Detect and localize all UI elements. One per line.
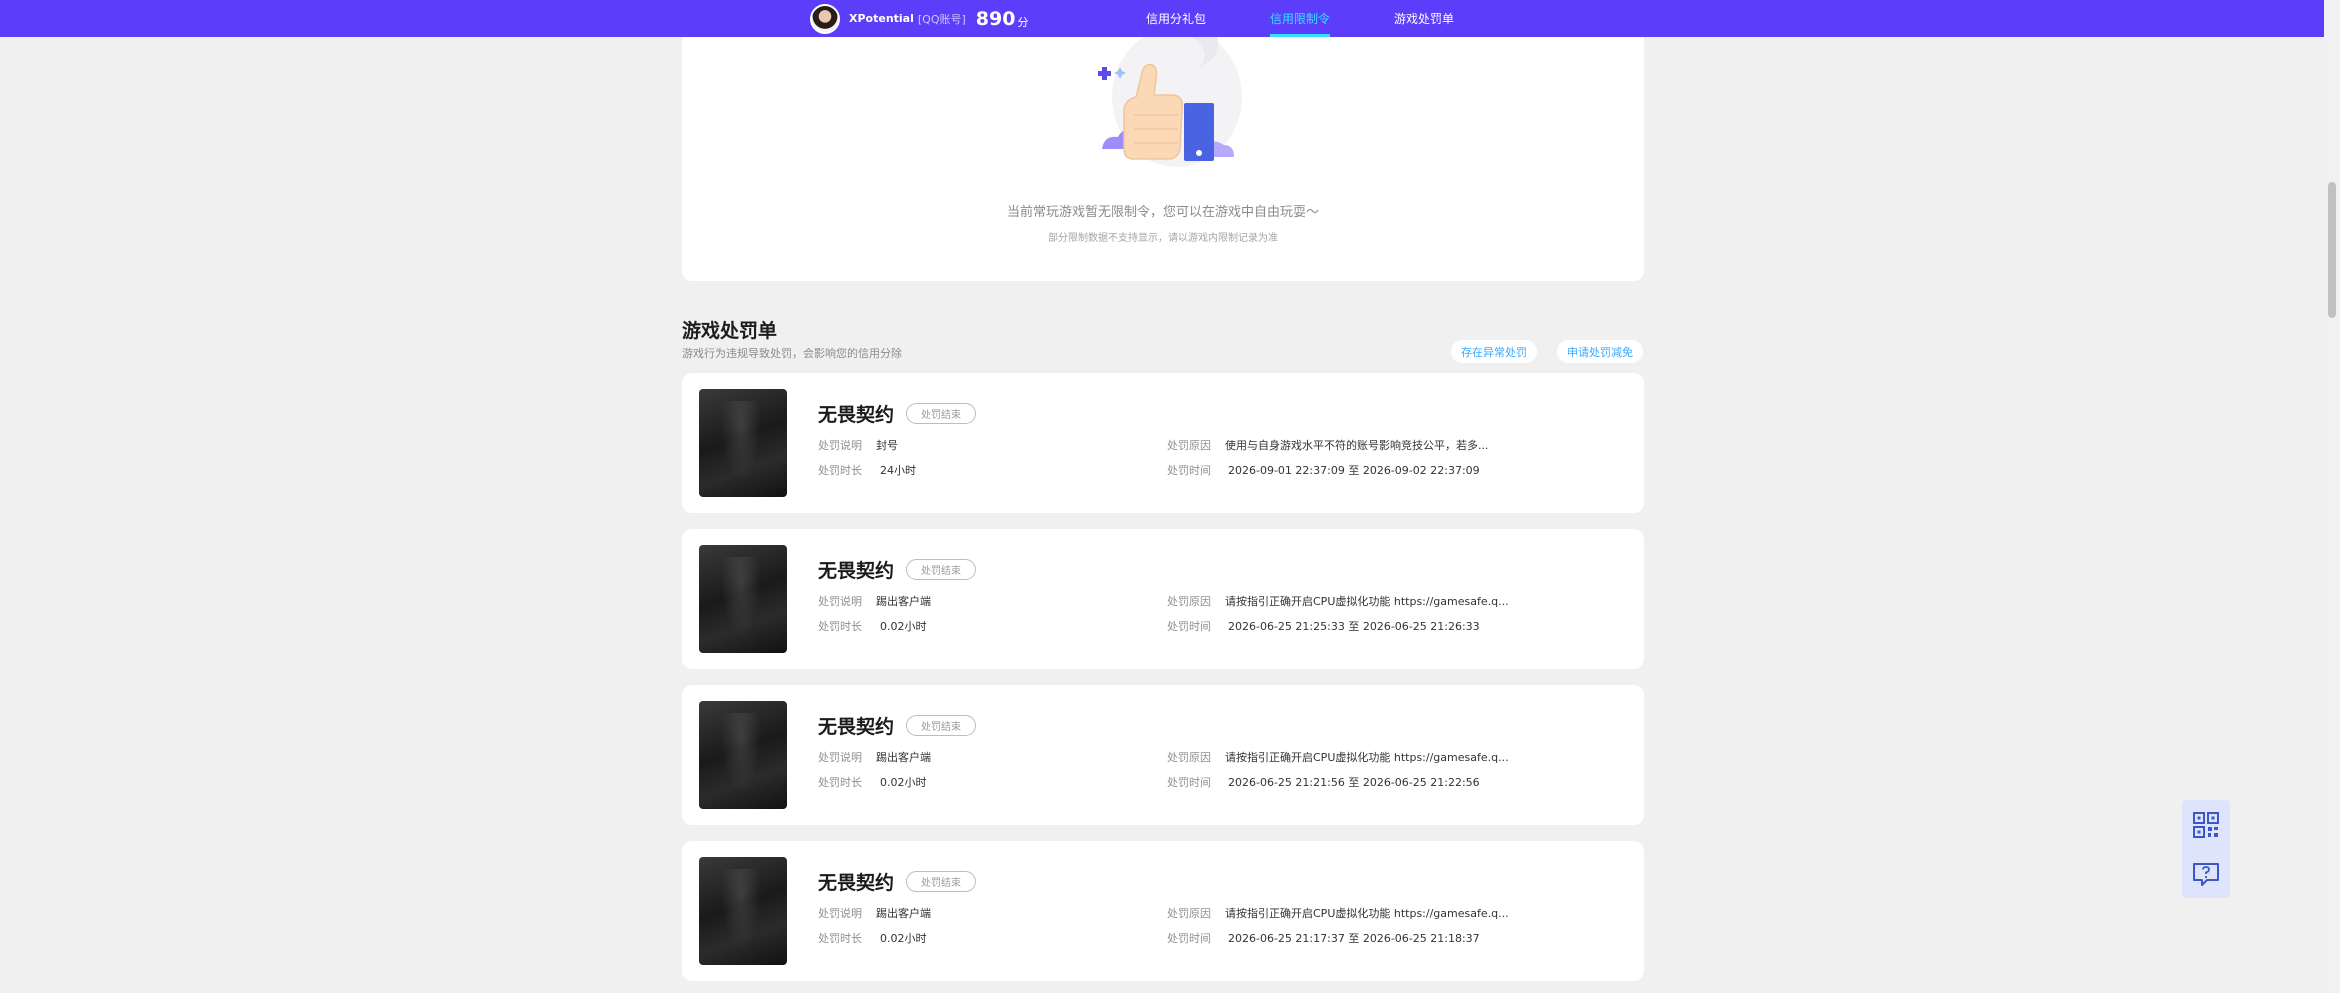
duration-label: 处罚时长 [818, 620, 862, 633]
desc-value: 踢出客户端 [876, 751, 931, 764]
game-name: 无畏契约 [818, 872, 895, 894]
scrollbar-thumb[interactable] [2328, 182, 2336, 318]
duration-label: 处罚时长 [818, 776, 862, 789]
avatar[interactable] [810, 3, 840, 34]
desc-value: 封号 [876, 439, 898, 452]
username: XPotential [849, 12, 914, 25]
desc-value: 踢出客户端 [876, 595, 931, 608]
game-thumbnail [699, 545, 787, 653]
empty-message: 当前常玩游戏暂无限制令，您可以在游戏中自由玩耍～ [1006, 205, 1319, 220]
time-value: 2026-06-25 21:21:56 至 2026-06-25 21:22:5… [1228, 776, 1480, 789]
desc-label: 处罚说明 [818, 595, 862, 608]
time-label: 处罚时间 [1167, 776, 1211, 789]
credit-score: 890 [975, 7, 1016, 30]
feedback-icon [2193, 862, 2219, 886]
penalty-record[interactable]: 无畏契约 处罚结束 处罚说明 封号 处罚时长 24小时 处罚原因 使用与自身游戏… [682, 373, 1644, 513]
qrcode-icon [2193, 811, 2219, 838]
tab-credit-gift[interactable]: 信用分礼包 [1146, 0, 1206, 37]
account-type: [QQ账号] [917, 12, 966, 26]
penalty-record[interactable]: 无畏契约 处罚结束 处罚说明 踢出客户端 处罚时长 0.02小时 处罚原因 请按… [682, 529, 1644, 669]
time-label: 处罚时间 [1167, 464, 1211, 477]
user-info: XPotential [QQ账号] 890 分 [810, 3, 1028, 34]
time-label: 处罚时间 [1167, 620, 1211, 633]
appeal-reduction-button[interactable]: 申请处罚减免 [1557, 340, 1643, 363]
penalty-record[interactable]: 无畏契约 处罚结束 处罚说明 踢出客户端 处罚时长 0.02小时 处罚原因 请按… [682, 841, 1644, 981]
floating-toolbar [2182, 800, 2230, 898]
game-thumbnail [699, 857, 787, 965]
reason-value: 请按指引正确开启CPU虚拟化功能 https://gamesafe.q... [1225, 595, 1509, 608]
reason-value: 请按指引正确开启CPU虚拟化功能 https://gamesafe.q... [1225, 907, 1509, 920]
game-name: 无畏契约 [818, 716, 895, 738]
duration-value: 0.02小时 [880, 932, 927, 945]
duration-value: 0.02小时 [880, 620, 927, 633]
top-nav-bar: XPotential [QQ账号] 890 分 信用分礼包 信用限制令 游戏处罚… [0, 0, 2340, 37]
desc-value: 踢出客户端 [876, 907, 931, 920]
status-badge: 处罚结束 [906, 715, 976, 736]
status-badge: 处罚结束 [906, 559, 976, 580]
game-name: 无畏契约 [818, 560, 895, 582]
desc-label: 处罚说明 [818, 751, 862, 764]
game-name: 无畏契约 [818, 404, 895, 426]
tab-credit-restriction[interactable]: 信用限制令 [1270, 0, 1331, 37]
status-badge: 处罚结束 [906, 871, 976, 892]
reason-label: 处罚原因 [1167, 595, 1211, 608]
penalty-record[interactable]: 无畏契约 处罚结束 处罚说明 踢出客户端 处罚时长 0.02小时 处罚原因 请按… [682, 685, 1644, 825]
feedback-button[interactable] [2182, 849, 2230, 898]
score-unit: 分 [1017, 15, 1029, 29]
empty-note: 部分限制数据不支持显示，请以游戏内限制记录为准 [1048, 233, 1278, 244]
reason-label: 处罚原因 [1167, 751, 1211, 764]
time-value: 2026-06-25 21:17:37 至 2026-06-25 21:18:3… [1228, 932, 1480, 945]
time-value: 2026-09-01 22:37:09 至 2026-09-02 22:37:0… [1228, 464, 1480, 477]
report-abnormal-button[interactable]: 存在异常处罚 [1451, 340, 1537, 363]
qrcode-button[interactable] [2182, 800, 2230, 849]
duration-value: 0.02小时 [880, 776, 927, 789]
thumbs-up-illustration [1098, 37, 1242, 167]
game-thumbnail [699, 389, 787, 497]
status-badge: 处罚结束 [906, 403, 976, 424]
reason-label: 处罚原因 [1167, 439, 1211, 452]
desc-label: 处罚说明 [818, 907, 862, 920]
time-value: 2026-06-25 21:25:33 至 2026-06-25 21:26:3… [1228, 620, 1480, 633]
reason-value: 请按指引正确开启CPU虚拟化功能 https://gamesafe.q... [1225, 751, 1509, 764]
duration-label: 处罚时长 [818, 464, 862, 477]
section-subtitle: 游戏行为违规导致处罚，会影响您的信用分除 [682, 347, 902, 360]
game-thumbnail [699, 701, 787, 809]
tab-game-penalty[interactable]: 游戏处罚单 [1394, 0, 1454, 37]
section-title: 游戏处罚单 [682, 320, 778, 342]
restriction-card: 当前常玩游戏暂无限制令，您可以在游戏中自由玩耍～ 部分限制数据不支持显示，请以游… [682, 37, 1644, 281]
duration-label: 处罚时长 [818, 932, 862, 945]
duration-value: 24小时 [880, 464, 916, 477]
reason-label: 处罚原因 [1167, 907, 1211, 920]
desc-label: 处罚说明 [818, 439, 862, 452]
time-label: 处罚时间 [1167, 932, 1211, 945]
scrollbar-track[interactable] [2324, 0, 2340, 993]
reason-value: 使用与自身游戏水平不符的账号影响竞技公平，若多... [1225, 439, 1489, 452]
